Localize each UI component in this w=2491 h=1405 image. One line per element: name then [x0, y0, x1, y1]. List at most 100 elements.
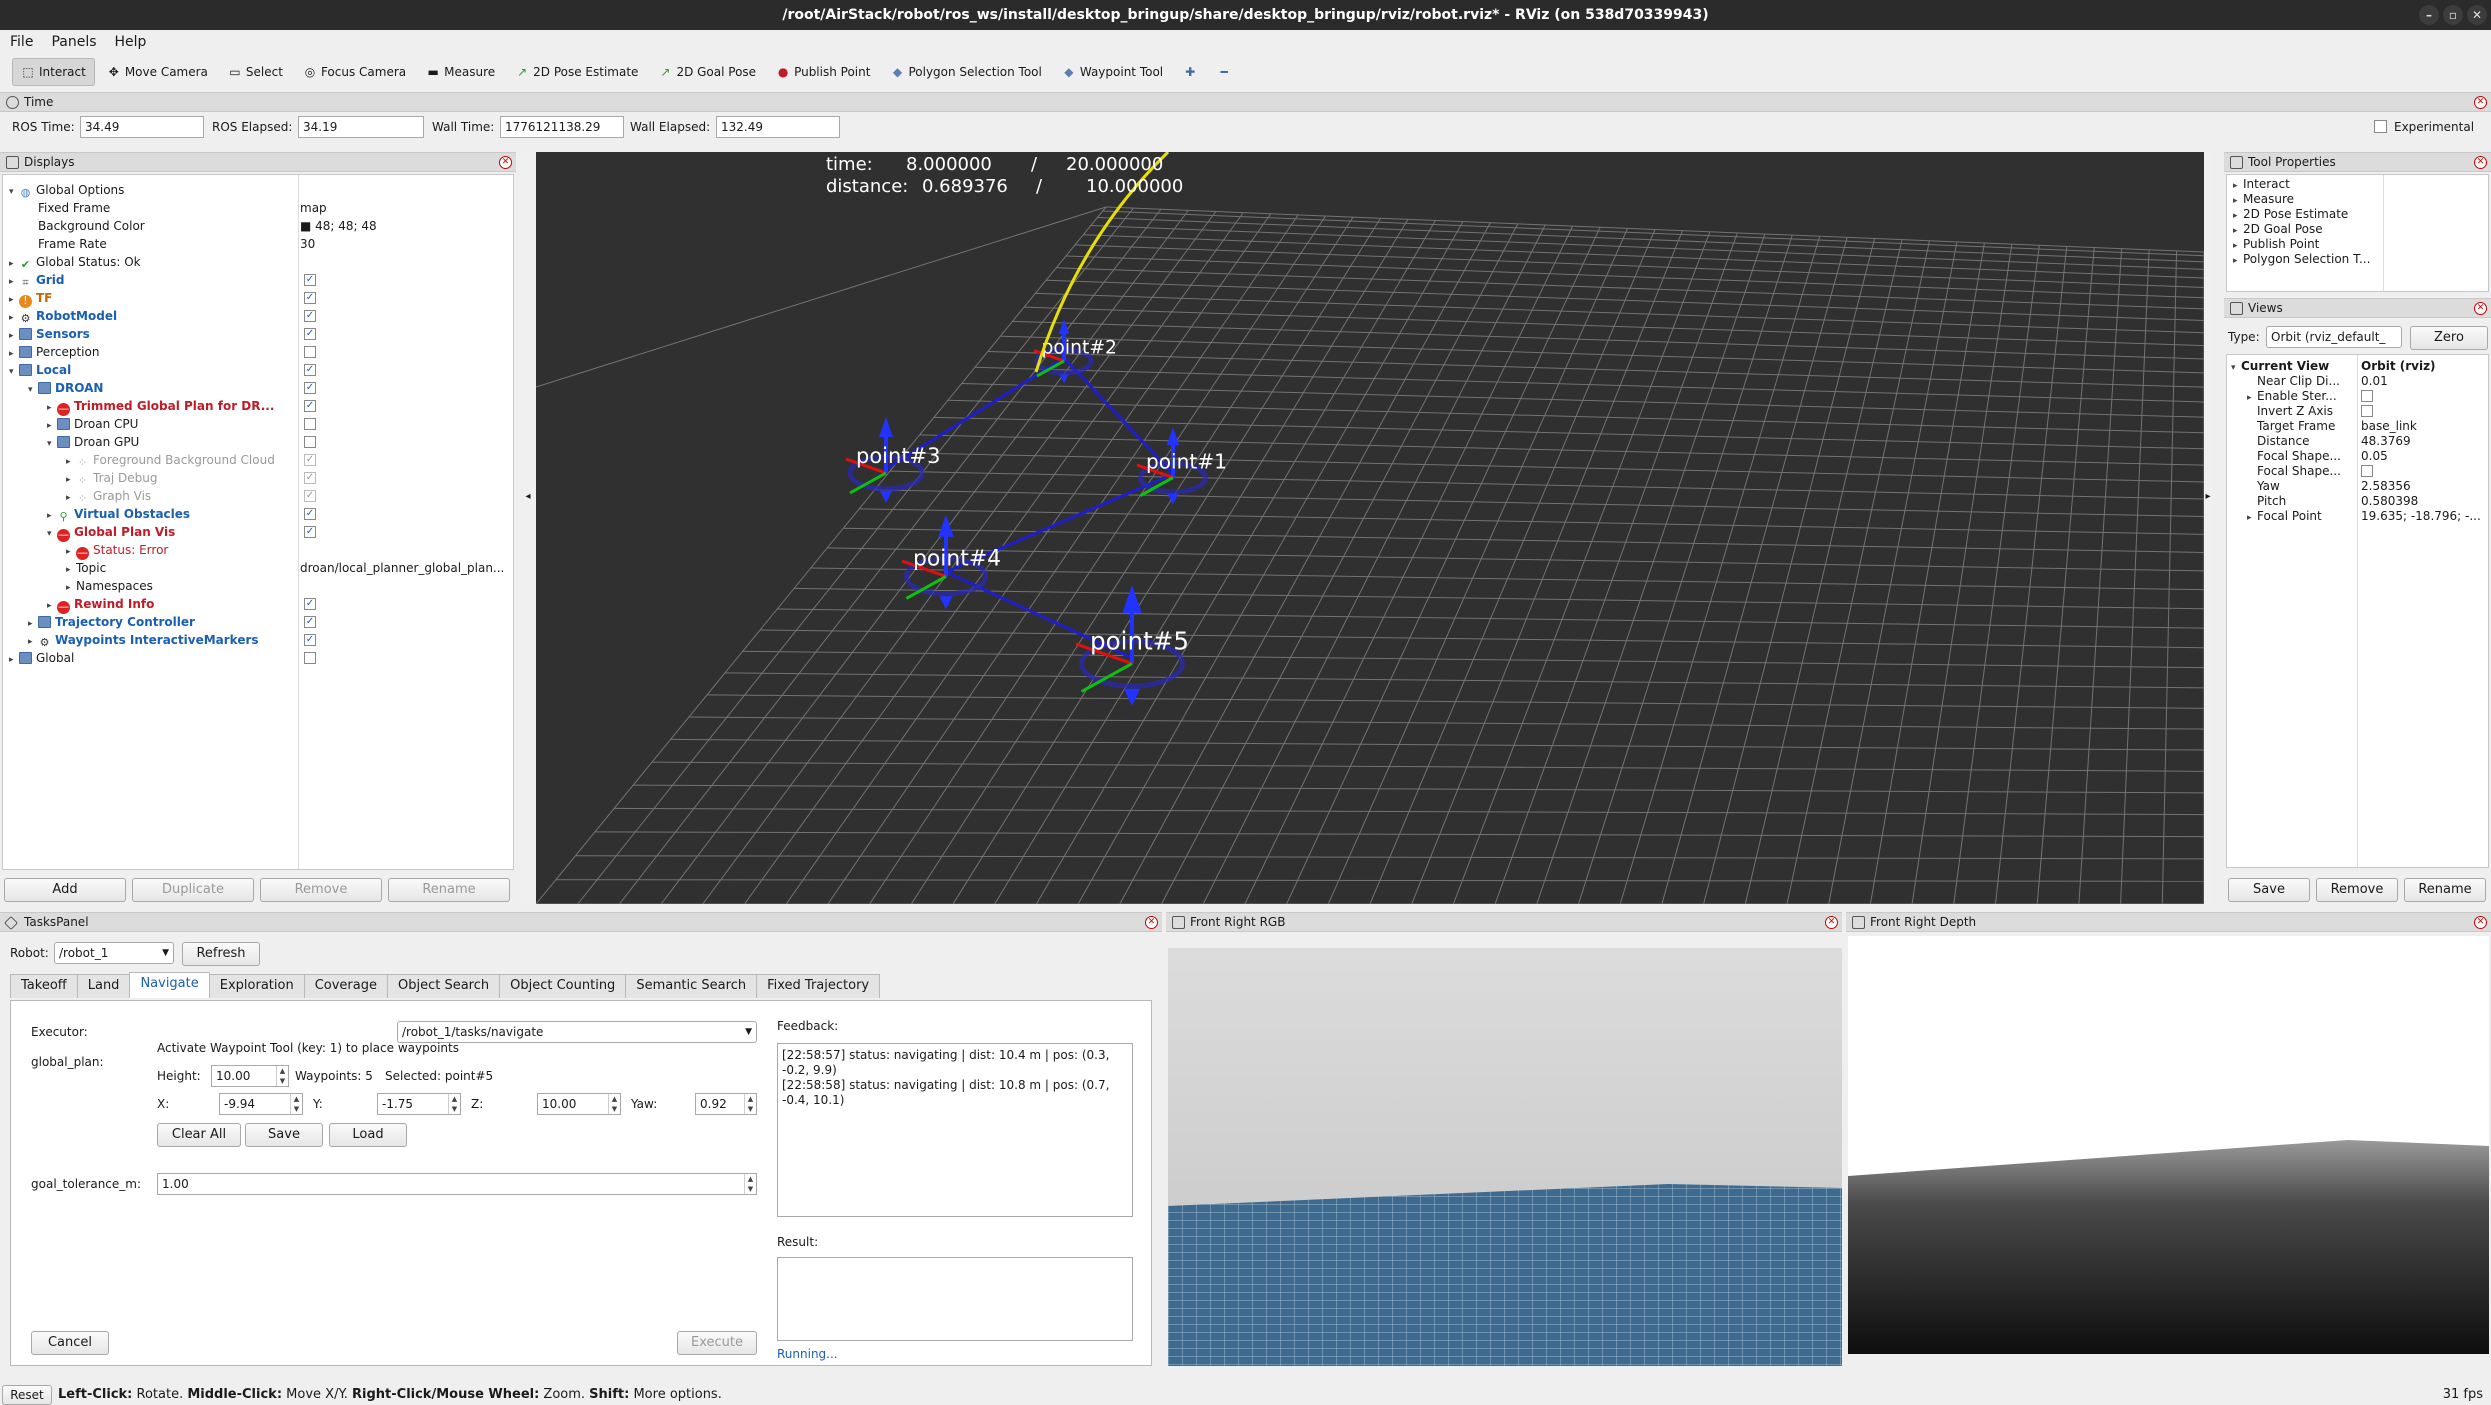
display-enable-checkbox[interactable]: ✓	[304, 508, 316, 520]
restore-icon[interactable]: ▫	[2443, 5, 2463, 25]
view-property-checkbox[interactable]	[2361, 405, 2373, 417]
spin-arrows-icon[interactable]: ▲ ▼	[276, 1066, 288, 1086]
collapse-left-icon[interactable]: ◂	[520, 472, 536, 522]
remove-display-button[interactable]: Remove	[260, 878, 382, 902]
clear-all-button[interactable]: Clear All	[157, 1123, 241, 1147]
display-row[interactable]: ▾ Local ✓	[3, 361, 513, 379]
save-view-button[interactable]: Save	[2228, 878, 2310, 902]
tab-coverage[interactable]: Coverage	[303, 974, 388, 998]
view-property-value[interactable]: 2.58356	[2361, 479, 2411, 494]
tool-move-camera[interactable]: ✥ Move Camera	[99, 58, 216, 86]
spin-arrows-icon[interactable]: ▲ ▼	[744, 1094, 756, 1114]
display-row[interactable]: Fixed Frame map	[3, 199, 513, 217]
display-row[interactable]: ▸ — Status: Error	[3, 541, 513, 560]
experimental-checkbox[interactable]	[2374, 120, 2387, 133]
yaw-spinbox[interactable]: 0.92 ▲ ▼	[695, 1093, 757, 1115]
view-property-row[interactable]: Pitch 0.580398	[2227, 494, 2487, 509]
spin-arrows-icon[interactable]: ▲ ▼	[744, 1174, 756, 1194]
menu-file[interactable]: File	[10, 34, 33, 50]
expand-arrow-icon[interactable]: ▸	[2247, 511, 2257, 526]
view-property-value[interactable]: Orbit (rviz)	[2361, 359, 2436, 374]
close-tasks-panel-icon[interactable]: ✕	[1145, 916, 1158, 929]
display-row[interactable]: ▸ ⚙ Waypoints InteractiveMarkers ✓	[3, 631, 513, 649]
display-enable-checkbox[interactable]	[304, 418, 316, 430]
expand-arrow-icon[interactable]: ▸	[2233, 254, 2243, 269]
tool-property-row[interactable]: ▸ Measure	[2233, 192, 2294, 207]
display-row[interactable]: ▸ ✔ Global Status: Ok	[3, 253, 513, 271]
display-row[interactable]: ▸ — Rewind Info ✓	[3, 595, 513, 614]
cancel-button[interactable]: Cancel	[31, 1331, 109, 1355]
display-enable-checkbox[interactable]: ✓	[304, 364, 316, 376]
close-depth-panel-icon[interactable]: ✕	[2474, 916, 2487, 929]
tool-property-row[interactable]: ▸ 2D Goal Pose	[2233, 222, 2323, 237]
display-row[interactable]: ▸ Droan CPU	[3, 415, 513, 433]
depth-camera-image[interactable]	[1848, 936, 2489, 1354]
tool-goal-pose[interactable]: ↗ 2D Goal Pose	[650, 58, 764, 86]
view-property-row[interactable]: ▾ Current View Orbit (rviz)	[2227, 359, 2487, 374]
display-enable-checkbox[interactable]: ✓	[304, 598, 316, 610]
close-tool-properties-icon[interactable]: ✕	[2474, 156, 2487, 169]
view-type-select[interactable]: Orbit (rviz_default_	[2266, 326, 2402, 348]
close-displays-panel-icon[interactable]: ✕	[499, 156, 512, 169]
view-property-row[interactable]: Focal Shape... 0.05	[2227, 449, 2487, 464]
view-property-row[interactable]: Near Clip Di... 0.01	[2227, 374, 2487, 389]
view-property-row[interactable]: Invert Z Axis	[2227, 404, 2487, 419]
display-row[interactable]: Frame Rate 30	[3, 235, 513, 253]
3d-viewport[interactable]: point#3 point#2 point#1 point#4 point#5 time…	[536, 152, 2204, 904]
tab-land[interactable]: Land	[76, 974, 131, 998]
display-row[interactable]: ▸ ⌗ Grid ✓	[3, 271, 513, 289]
display-enable-checkbox[interactable]: ✓	[304, 274, 316, 286]
tool-property-row[interactable]: ▸ Publish Point	[2233, 237, 2319, 252]
rename-display-button[interactable]: Rename	[388, 878, 510, 902]
ros-elapsed-field[interactable]: 34.19	[298, 116, 424, 138]
display-row[interactable]: Background Color ■ 48; 48; 48	[3, 217, 513, 235]
display-value[interactable]: map	[300, 199, 327, 217]
view-property-value[interactable]: 0.580398	[2361, 494, 2418, 509]
close-views-icon[interactable]: ✕	[2474, 302, 2487, 315]
view-property-row[interactable]: Yaw 2.58356	[2227, 479, 2487, 494]
tool-polygon-selection[interactable]: ◆ Polygon Selection Tool	[882, 58, 1049, 86]
view-property-value[interactable]: 19.635; -18.796; -...	[2361, 509, 2481, 524]
display-row[interactable]: ▸ ⁘ Traj Debug ✓	[3, 469, 513, 487]
display-row[interactable]: ▸ Topic droan/local_planner_global_plan...	[3, 559, 513, 577]
spin-arrows-icon[interactable]: ▲ ▼	[290, 1094, 302, 1114]
view-property-row[interactable]: Focal Shape...	[2227, 464, 2487, 479]
view-property-value[interactable]: 48.3769	[2361, 434, 2411, 449]
display-row[interactable]: ▾ DROAN ✓	[3, 379, 513, 397]
expand-arrow-icon[interactable]: ▸	[9, 651, 19, 669]
wall-elapsed-field[interactable]: 132.49	[716, 116, 840, 138]
spin-arrows-icon[interactable]: ▲ ▼	[448, 1094, 460, 1114]
display-row[interactable]: ▸ ⚙ RobotModel ✓	[3, 307, 513, 325]
executor-select[interactable]: /robot_1/tasks/navigate ▼	[397, 1021, 757, 1043]
view-property-value[interactable]: 0.05	[2361, 449, 2388, 464]
display-row[interactable]: ▸ ⁘ Graph Vis ✓	[3, 487, 513, 505]
display-enable-checkbox[interactable]: ✓	[304, 526, 316, 538]
display-enable-checkbox[interactable]: ✓	[304, 490, 316, 502]
tool-pose-estimate[interactable]: ↗ 2D Pose Estimate	[507, 58, 646, 86]
rename-view-button[interactable]: Rename	[2404, 878, 2486, 902]
spin-arrows-icon[interactable]: ▲ ▼	[608, 1094, 620, 1114]
display-enable-checkbox[interactable]: ✓	[304, 472, 316, 484]
display-row[interactable]: ▸ Sensors ✓	[3, 325, 513, 343]
tool-publish-point[interactable]: ● Publish Point	[768, 58, 878, 86]
tool-property-row[interactable]: ▸ 2D Pose Estimate	[2233, 207, 2348, 222]
y-spinbox[interactable]: -1.75 ▲ ▼	[377, 1093, 461, 1115]
tab-takeoff[interactable]: Takeoff	[10, 974, 78, 998]
display-row[interactable]: ▸ Global	[3, 649, 513, 667]
tab-object-search[interactable]: Object Search	[386, 974, 501, 998]
tab-object-counting[interactable]: Object Counting	[499, 974, 627, 998]
display-value[interactable]: droan/local_planner_global_plan...	[300, 559, 504, 577]
display-enable-checkbox[interactable]: ✓	[304, 454, 316, 466]
view-property-value[interactable]: base_link	[2361, 419, 2417, 434]
execute-button[interactable]: Execute	[677, 1331, 757, 1355]
reset-button[interactable]: Reset	[2, 1385, 52, 1405]
display-row[interactable]: ▸ ⚲ Virtual Obstacles ✓	[3, 505, 513, 523]
view-property-row[interactable]: ▸ Enable Ster...	[2227, 389, 2487, 404]
display-enable-checkbox[interactable]: ✓	[304, 382, 316, 394]
display-row[interactable]: ▾ ◍ Global Options	[3, 181, 513, 199]
refresh-button[interactable]: Refresh	[182, 942, 260, 966]
tab-semantic-search[interactable]: Semantic Search	[625, 974, 758, 998]
display-row[interactable]: ▸ Trajectory Controller ✓	[3, 613, 513, 631]
add-display-button[interactable]: Add	[4, 878, 126, 902]
add-tool-button[interactable]: ✚	[1175, 58, 1205, 86]
